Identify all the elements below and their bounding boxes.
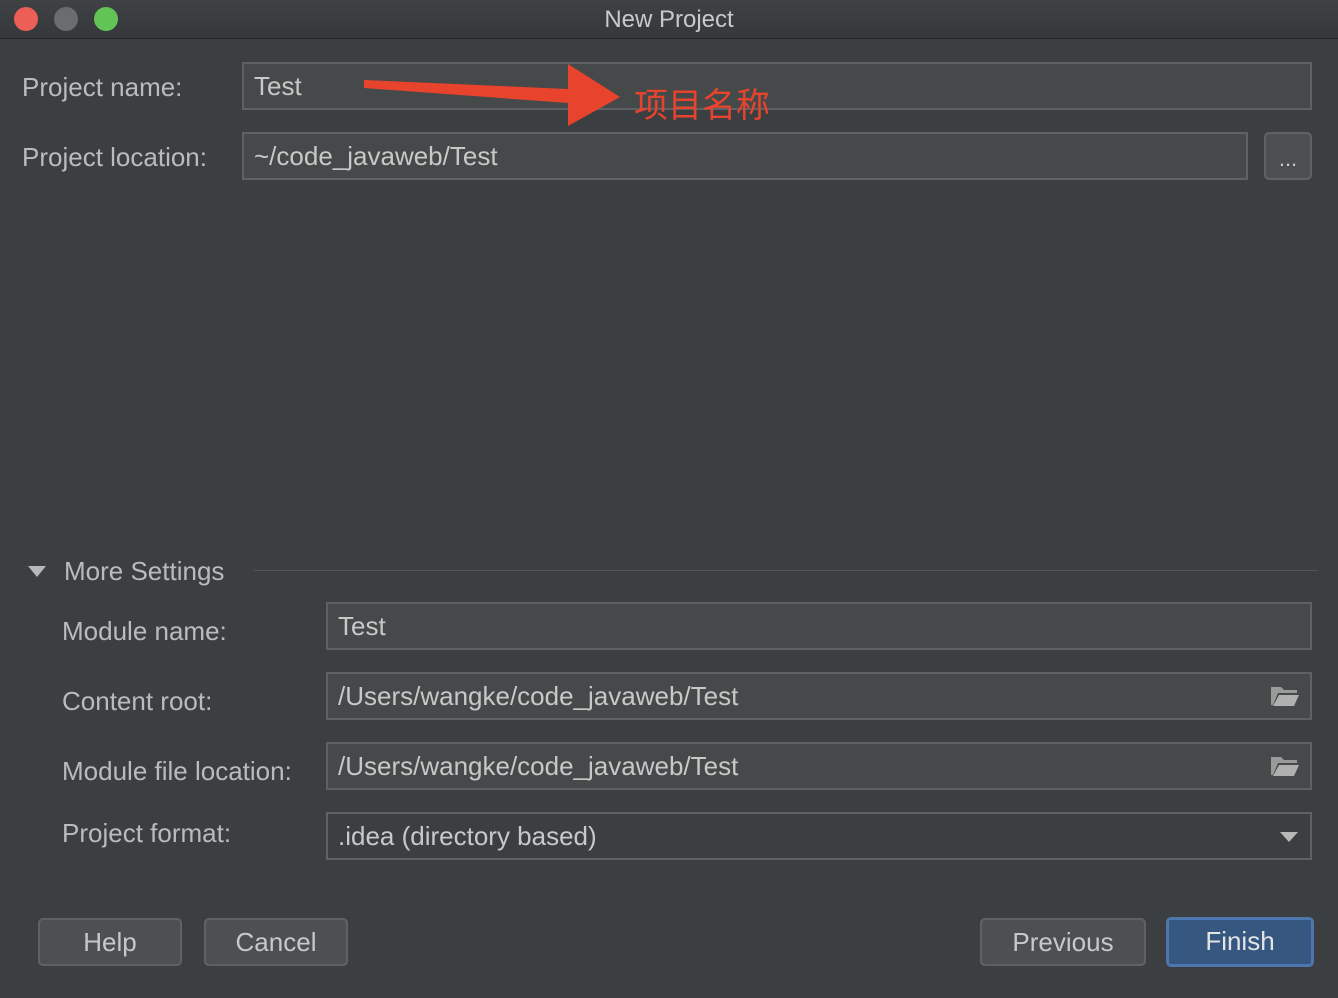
module-name-label: Module name: — [62, 616, 227, 646]
module-file-location-value: /Users/wangke/code_javaweb/Test — [338, 751, 739, 781]
finish-button[interactable]: Finish — [1166, 917, 1314, 967]
project-location-label: Project location: — [22, 142, 207, 172]
project-format-label: Project format: — [62, 818, 232, 848]
module-name-input[interactable]: Test — [326, 602, 1312, 650]
module-file-location-input[interactable]: /Users/wangke/code_javaweb/Test — [326, 742, 1312, 790]
content-root-input[interactable]: /Users/wangke/code_javaweb/Test — [326, 672, 1312, 720]
help-button[interactable]: Help — [38, 918, 182, 966]
new-project-dialog: New Project Project name: Test Project l… — [0, 0, 1338, 998]
more-settings-separator — [254, 570, 1318, 571]
cancel-button[interactable]: Cancel — [204, 918, 348, 966]
chevron-down-icon — [1280, 832, 1298, 842]
project-location-input[interactable]: ~/code_javaweb/Test — [242, 132, 1248, 180]
project-name-label: Project name: — [22, 72, 183, 102]
content-root-value: /Users/wangke/code_javaweb/Test — [338, 681, 739, 711]
title-bar: New Project — [0, 0, 1338, 39]
window-title: New Project — [604, 6, 734, 33]
project-format-value: .idea (directory based) — [338, 821, 597, 851]
collapse-triangle-icon[interactable] — [28, 566, 46, 577]
content-root-label: Content root: — [62, 686, 213, 716]
annotation-arrow-icon — [364, 64, 620, 126]
annotation-text: 项目名称 — [634, 87, 770, 125]
previous-button[interactable]: Previous — [980, 918, 1146, 966]
project-format-select[interactable]: .idea (directory based) — [326, 812, 1312, 860]
folder-icon[interactable] — [1270, 684, 1300, 708]
module-file-location-label: Module file location: — [62, 756, 292, 786]
more-settings-header[interactable]: More Settings — [64, 556, 224, 587]
folder-icon[interactable] — [1270, 754, 1300, 778]
browse-location-button[interactable]: ... — [1264, 132, 1312, 180]
